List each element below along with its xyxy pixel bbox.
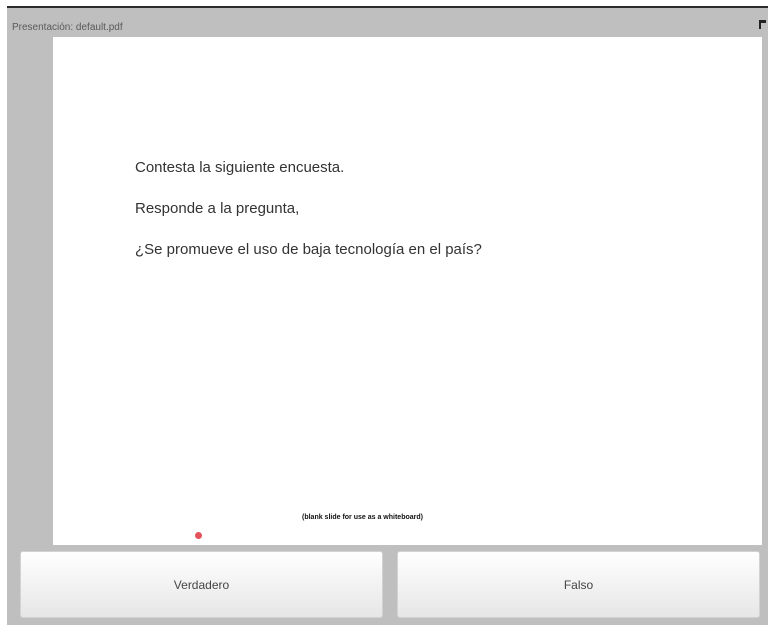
- slide-caption: (blank slide for use as a whiteboard): [302, 514, 423, 521]
- window-titlebar: Presentación: default.pdf: [7, 8, 768, 38]
- slide-text-line: Contesta la siguiente encuesta.: [135, 159, 345, 176]
- slide-question: ¿Se promueve el uso de baja tecnología e…: [135, 241, 482, 258]
- window-title: Presentación: default.pdf: [12, 22, 123, 33]
- minimize-icon[interactable]: [759, 20, 766, 29]
- pointer-dot: [195, 532, 202, 539]
- true-answer-button[interactable]: Verdadero: [20, 551, 383, 618]
- poll-answer-bar: Verdadero Falso: [20, 551, 762, 621]
- false-answer-button[interactable]: Falso: [397, 551, 760, 618]
- presentation-window: Presentación: default.pdf Contesta la si…: [7, 8, 768, 625]
- presentation-slide: Contesta la siguiente encuesta. Responde…: [53, 37, 762, 545]
- slide-text-line: Responde a la pregunta,: [135, 200, 300, 217]
